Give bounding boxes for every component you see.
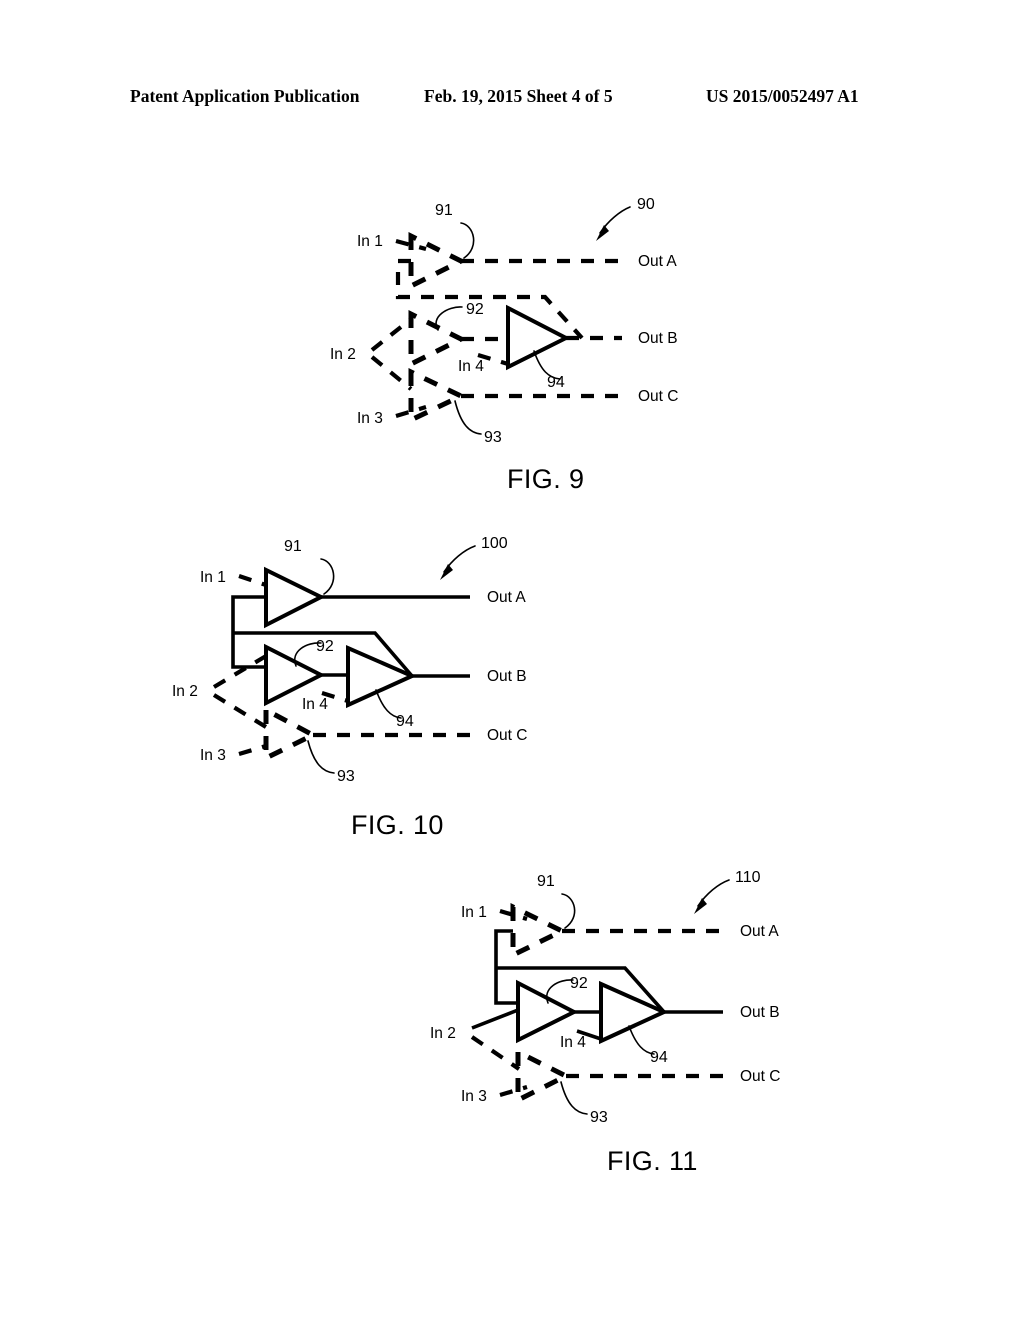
arrowhead-icon bbox=[596, 225, 609, 241]
fig9-leader-93 bbox=[454, 400, 482, 435]
fig10-leader-91 bbox=[320, 558, 335, 595]
header-publication-number: US 2015/0052497 A1 bbox=[706, 86, 859, 106]
fig9-ref-92: 92 bbox=[466, 301, 484, 318]
fig9-input-label-in1: In 1 bbox=[357, 233, 383, 250]
fig11-amplifier-92 bbox=[516, 979, 579, 1044]
fig9-input-label-in4: In 4 bbox=[458, 358, 484, 375]
fig10-amplifier-93 bbox=[263, 705, 319, 763]
fig11-input-label-in1: In 1 bbox=[461, 904, 487, 921]
fig10-output-label-outc: Out C bbox=[487, 727, 527, 744]
fig9-ref-91: 91 bbox=[435, 202, 453, 219]
fig9-output-label-outa: Out A bbox=[638, 253, 677, 270]
fig10-ref-94: 94 bbox=[396, 713, 414, 730]
fig11-amplifier-93 bbox=[515, 1047, 572, 1105]
fig11-wire-bus-to-92 bbox=[494, 968, 518, 1005]
fig9-ref-93: 93 bbox=[484, 429, 502, 446]
fig10-wire-bus-down bbox=[231, 595, 266, 633]
fig11-wire-in3 bbox=[499, 1084, 528, 1098]
page-header: Patent Application Publication Feb. 19, … bbox=[0, 86, 1024, 116]
fig9-amplifier-93 bbox=[408, 368, 467, 424]
fig11-input-label-in3: In 3 bbox=[461, 1088, 487, 1105]
fig11-output-label-outb: Out B bbox=[740, 1004, 780, 1021]
header-publication-type: Patent Application Publication bbox=[130, 86, 360, 106]
fig11-wire-bus-down bbox=[494, 929, 513, 968]
fig10-wire-in3 bbox=[238, 743, 267, 757]
fig10-ref-91: 91 bbox=[284, 538, 302, 555]
fig11-leader-91 bbox=[561, 893, 576, 929]
fig9-caption: FIG. 9 bbox=[507, 464, 584, 494]
fig11-ref-93: 93 bbox=[590, 1109, 608, 1126]
fig9-input-label-in3: In 3 bbox=[357, 410, 383, 427]
fig10-output-label-outa: Out A bbox=[487, 589, 526, 606]
fig11-output-label-outc: Out C bbox=[740, 1068, 780, 1085]
fig10-wire-in1 bbox=[238, 574, 267, 587]
fig9-wire-in2-up bbox=[370, 317, 413, 352]
fig10-amplifier-94 bbox=[346, 644, 417, 709]
fig10-amplifier-92 bbox=[264, 643, 326, 707]
fig9-leader-91 bbox=[460, 222, 475, 259]
fig10-ref-93: 93 bbox=[337, 768, 355, 785]
fig9-input-label-in2: In 2 bbox=[330, 346, 356, 363]
fig11-input-label-in2: In 2 bbox=[430, 1025, 456, 1042]
fig10-input-label-in2: In 2 bbox=[172, 683, 198, 700]
fig11-ref-92: 92 bbox=[570, 975, 588, 992]
fig11-leader-93 bbox=[560, 1081, 588, 1115]
arrowhead-icon bbox=[694, 898, 707, 914]
fig10-ref-100: 100 bbox=[481, 535, 508, 552]
fig9-output-label-outb: Out B bbox=[638, 330, 678, 347]
fig10-wire-in2-down bbox=[212, 693, 268, 729]
fig10-ref-92: 92 bbox=[316, 638, 334, 655]
fig10-system-ref-arrow bbox=[440, 545, 476, 580]
fig11-amplifier-91 bbox=[510, 902, 568, 960]
fig9-wire-bypass bbox=[395, 258, 584, 340]
fig10-wire-in2-up bbox=[212, 654, 268, 689]
fig10-output-label-outb: Out B bbox=[487, 668, 527, 685]
fig11-ref-110: 110 bbox=[735, 869, 761, 886]
fig10-leader-93 bbox=[307, 740, 335, 774]
fig9-wire-in2-down bbox=[370, 355, 413, 391]
arrowhead-icon bbox=[440, 564, 453, 580]
fig10-input-label-in4: In 4 bbox=[302, 696, 328, 713]
fig10-input-label-in3: In 3 bbox=[200, 747, 226, 764]
fig11-wire-in2-up bbox=[471, 1008, 519, 1030]
patent-drawing-page: Patent Application Publication Feb. 19, … bbox=[0, 0, 1024, 1320]
fig9-output-label-outc: Out C bbox=[638, 388, 678, 405]
figure-9: 90 In 1 Out A 91 In 2 92 In 4 94 Out B I… bbox=[330, 196, 678, 494]
figure-11: 110 In 1 Out A 91 In 2 92 In 4 94 Out B bbox=[430, 869, 780, 1176]
fig11-wire-in2-down bbox=[470, 1035, 521, 1071]
fig11-caption: FIG. 11 bbox=[607, 1146, 698, 1176]
fig11-output-label-outa: Out A bbox=[740, 923, 779, 940]
fig11-input-label-in4: In 4 bbox=[560, 1034, 586, 1051]
fig9-amplifier-91 bbox=[408, 231, 467, 291]
fig9-system-ref-arrow bbox=[596, 206, 631, 241]
fig10-amplifier-91 bbox=[264, 566, 326, 629]
fig9-ref-94: 94 bbox=[547, 374, 565, 391]
fig10-input-label-in1: In 1 bbox=[200, 569, 226, 586]
fig9-ref-90: 90 bbox=[637, 196, 655, 213]
figure-10: 100 In 1 Out A 91 In 2 92 In 4 94 Out B bbox=[172, 535, 527, 840]
fig10-caption: FIG. 10 bbox=[351, 810, 444, 840]
header-date-sheet: Feb. 19, 2015 Sheet 4 of 5 bbox=[424, 86, 613, 106]
fig11-system-ref-arrow bbox=[694, 879, 730, 914]
fig11-ref-94: 94 bbox=[650, 1049, 668, 1066]
fig11-ref-91: 91 bbox=[537, 873, 555, 890]
